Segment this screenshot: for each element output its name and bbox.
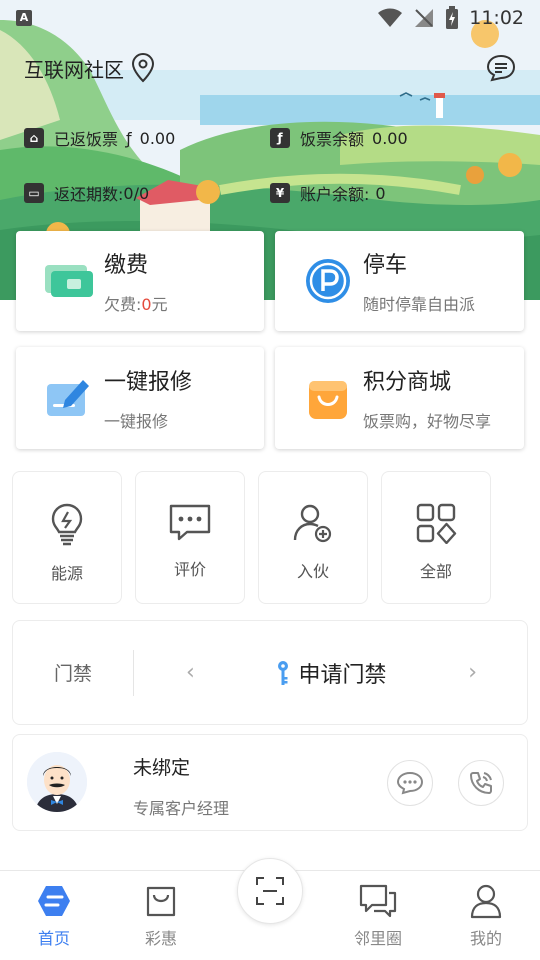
manager-name: 未绑定 xyxy=(133,757,191,779)
coupon-balance-label: 饭票余额 xyxy=(300,130,365,149)
chevron-right-icon[interactable]: › xyxy=(468,660,477,685)
battery-charging-icon xyxy=(446,6,459,29)
avatar xyxy=(27,752,87,812)
nav-profile[interactable]: 我的 xyxy=(441,883,531,949)
tile-label: 入伙 xyxy=(296,562,329,581)
tile-all[interactable]: 全部 xyxy=(381,471,491,604)
returned-coupons: ⌂ 已返饭票 ƒ 0.00 xyxy=(24,126,175,150)
add-user-icon xyxy=(293,504,332,543)
chat-button[interactable] xyxy=(387,760,433,806)
account-balance-label: 账户余额: xyxy=(300,185,370,204)
parking-title: 停车 xyxy=(363,253,408,278)
repair-card[interactable]: 一键报修 一键报修 xyxy=(16,347,264,449)
chat-icon xyxy=(359,884,397,918)
apply-access-button[interactable]: 申请门禁 xyxy=(195,657,468,689)
profile-icon xyxy=(470,884,502,919)
nav-deals[interactable]: 彩惠 xyxy=(116,883,206,949)
divider xyxy=(133,649,134,696)
no-signal-icon xyxy=(415,9,434,27)
nav-label: 首页 xyxy=(37,929,70,948)
lightbulb-icon xyxy=(51,503,83,546)
parking-subtitle: 随时停靠自由派 xyxy=(363,295,476,314)
grid-icon xyxy=(416,503,457,544)
top-header: 互联网社区 xyxy=(0,46,540,90)
returned-coupons-value: 0.00 xyxy=(139,128,176,148)
location-pin-icon[interactable] xyxy=(130,53,156,83)
coupon-balance: ƒ 饭票余额 0.00 xyxy=(270,126,408,150)
nav-home[interactable]: 首页 xyxy=(9,883,99,949)
coupon-f-icon: ƒ xyxy=(270,128,290,148)
wifi-icon xyxy=(378,8,403,27)
return-periods-label: 返还期数: xyxy=(54,185,124,204)
account-balance: ¥ 账户余额: 0 xyxy=(270,181,386,205)
repair-form-icon xyxy=(42,371,96,425)
parking-icon xyxy=(301,254,355,308)
points-mall-card[interactable]: 积分商城 饭票购，好物尽享 xyxy=(275,347,524,449)
tile-label: 全部 xyxy=(419,562,452,581)
tile-label: 能源 xyxy=(50,564,83,583)
repair-title: 一键报修 xyxy=(104,370,193,395)
points-mall-subtitle: 饭票购，好物尽享 xyxy=(363,412,492,431)
community-name[interactable]: 互联网社区 xyxy=(24,54,124,83)
account-balance-value: 0 xyxy=(375,183,386,203)
card-payment-icon xyxy=(42,254,96,308)
home-icon xyxy=(38,886,70,916)
scan-button[interactable] xyxy=(237,858,303,924)
pay-fee-card[interactable]: 缴费 欠费:0元 xyxy=(16,231,264,331)
nav-label: 我的 xyxy=(469,929,502,948)
tile-energy[interactable]: 能源 xyxy=(12,471,122,604)
car-icon: ▭ xyxy=(24,183,44,203)
apply-access-label: 申请门禁 xyxy=(298,662,387,688)
app-notification-icon: A xyxy=(16,10,32,26)
bottom-nav: 首页 彩惠 邻里圈 我的 xyxy=(0,858,540,960)
message-icon[interactable] xyxy=(486,54,516,82)
chat-bubble-icon xyxy=(396,771,424,795)
repair-subtitle: 一键报修 xyxy=(104,412,169,431)
home-small-icon: ⌂ xyxy=(24,128,44,148)
arrears-unit: 元 xyxy=(151,295,168,314)
arrears-amount: 0 xyxy=(141,295,152,314)
comment-icon xyxy=(169,504,211,541)
call-button[interactable] xyxy=(458,760,504,806)
arrears-label: 欠费: xyxy=(104,295,142,314)
nav-label: 邻里圈 xyxy=(353,929,402,948)
return-periods: ▭ 返还期数: 0/0 xyxy=(24,181,149,205)
pay-fee-subtitle: 欠费:0元 xyxy=(104,291,168,315)
access-control-panel: 门禁 ‹ 申请门禁 › xyxy=(12,620,528,725)
pay-fee-title: 缴费 xyxy=(104,253,149,278)
status-time: 11:02 xyxy=(469,7,524,29)
phone-icon xyxy=(470,772,492,794)
account-manager-card: 未绑定 专属客户经理 xyxy=(12,734,528,831)
currency-f-icon: ƒ xyxy=(126,128,132,148)
tile-review[interactable]: 评价 xyxy=(135,471,245,604)
manager-role: 专属客户经理 xyxy=(133,799,230,818)
shopping-bag-icon xyxy=(301,371,355,425)
key-icon xyxy=(278,660,289,685)
tile-move-in[interactable]: 入伙 xyxy=(258,471,368,604)
return-periods-value: 0/0 xyxy=(123,183,150,203)
nav-label: 彩惠 xyxy=(144,929,177,948)
returned-coupons-label: 已返饭票 xyxy=(54,130,119,149)
coupon-balance-value: 0.00 xyxy=(372,128,408,148)
nav-neighborhood[interactable]: 邻里圈 xyxy=(333,883,423,949)
tile-label: 评价 xyxy=(173,560,206,579)
yen-icon: ¥ xyxy=(270,183,290,203)
bag-icon xyxy=(146,886,176,917)
access-control-label: 门禁 xyxy=(53,663,92,685)
points-mall-title: 积分商城 xyxy=(363,370,452,395)
parking-card[interactable]: 停车 随时停靠自由派 xyxy=(275,231,524,331)
chevron-left-icon[interactable]: ‹ xyxy=(186,660,195,685)
scan-icon xyxy=(256,877,284,905)
status-bar: A 11:02 xyxy=(0,0,540,36)
